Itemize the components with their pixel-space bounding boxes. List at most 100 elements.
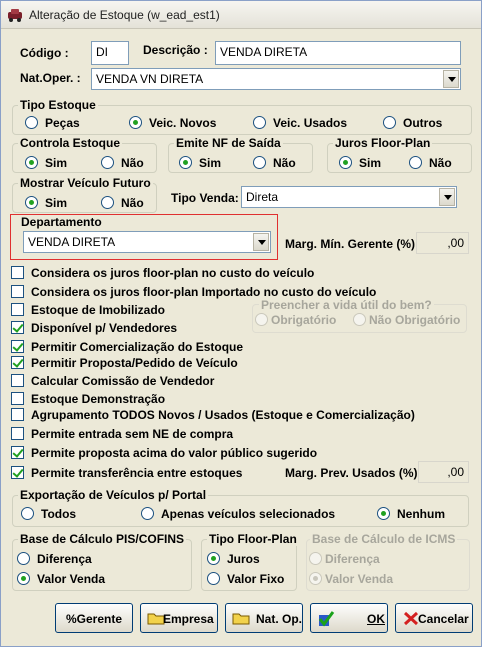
chk-juros-custo-label: Considera os juros floor-plan no custo d… bbox=[31, 266, 315, 280]
export-apenas-label: Apenas veículos selecionados bbox=[161, 507, 336, 521]
tipo-estoque-label: Tipo Estoque bbox=[18, 98, 98, 112]
chk-juros-custo[interactable] bbox=[11, 266, 24, 279]
chk-juros-importado-label: Considera os juros floor-plan Importado … bbox=[31, 285, 377, 299]
chk-juros-importado[interactable] bbox=[11, 285, 24, 298]
codigo-field[interactable]: DI bbox=[91, 41, 129, 65]
icms-diferenca-radio[interactable] bbox=[309, 552, 322, 565]
marg-prev-label: Marg. Prev. Usados (%): bbox=[285, 466, 422, 480]
natoper-select[interactable]: VENDA VN DIRETA bbox=[91, 68, 461, 90]
radio-pecas[interactable] bbox=[25, 116, 38, 129]
ok-button-label: OK bbox=[367, 612, 385, 626]
base-pis-label: Base de Cálculo PIS/COFINS bbox=[18, 532, 187, 546]
dialog-window: Alteração de Estoque (w_ead_est1) Código… bbox=[0, 0, 482, 647]
chk-transferencia[interactable] bbox=[11, 466, 24, 479]
vida-nao-obrigatorio-radio[interactable] bbox=[353, 313, 366, 326]
chk-proposta-pedido-label: Permitir Proposta/Pedido de Veículo bbox=[31, 356, 238, 370]
marg-prev-field[interactable]: ,00 bbox=[418, 461, 469, 483]
car-app-icon bbox=[8, 9, 22, 22]
controla-estoque-label: Controla Estoque bbox=[18, 136, 123, 150]
title-bar: Alteração de Estoque (w_ead_est1) bbox=[1, 1, 481, 29]
juros-sim-radio[interactable] bbox=[339, 156, 352, 169]
floor-fixo-radio[interactable] bbox=[207, 572, 220, 585]
export-nenhum-label: Nenhum bbox=[397, 507, 445, 521]
mostrar-nao-label: Não bbox=[121, 196, 144, 210]
export-nenhum-radio[interactable] bbox=[377, 507, 390, 520]
base-icms-label: Base de Cálculo de ICMS bbox=[310, 532, 458, 546]
mostrar-sim-label: Sim bbox=[45, 196, 68, 210]
juros-nao-label: Não bbox=[429, 156, 452, 170]
radio-veic-novos[interactable] bbox=[129, 116, 142, 129]
tipo-venda-label: Tipo Venda: bbox=[171, 191, 239, 205]
chk-agrupamento[interactable] bbox=[11, 408, 24, 421]
chk-imobilizado[interactable] bbox=[11, 303, 24, 316]
icms-diferenca-label: Diferença bbox=[325, 552, 380, 566]
chevron-down-icon[interactable] bbox=[443, 70, 459, 88]
checkmark-icon bbox=[318, 611, 335, 627]
marg-min-label: Marg. Mín. Gerente (%): bbox=[285, 237, 420, 251]
ok-button[interactable]: OK bbox=[310, 603, 388, 633]
icms-valor-radio[interactable] bbox=[309, 572, 322, 585]
mostrar-sim-radio[interactable] bbox=[25, 196, 38, 209]
pis-diferenca-label: Diferença bbox=[37, 552, 92, 566]
natoper-label: Nat.Oper. : bbox=[20, 71, 81, 85]
window-title: Alteração de Estoque (w_ead_est1) bbox=[29, 8, 220, 22]
exportacao-label: Exportação de Veículos p/ Portal bbox=[18, 488, 209, 502]
pis-valor-label: Valor Venda bbox=[37, 572, 106, 586]
controla-nao-radio[interactable] bbox=[101, 156, 114, 169]
chk-proposta-acima[interactable] bbox=[11, 446, 24, 459]
floor-juros-label: Juros bbox=[227, 552, 260, 566]
vida-obrigatorio-label: Obrigatório bbox=[271, 313, 337, 327]
juros-floor-label: Juros Floor-Plan bbox=[333, 136, 433, 150]
vida-util-label: Preencher a vida útil do bem? bbox=[259, 298, 434, 312]
export-todos-radio[interactable] bbox=[21, 507, 34, 520]
juros-nao-radio[interactable] bbox=[409, 156, 422, 169]
chk-comissao[interactable] bbox=[11, 374, 24, 387]
chevron-down-icon[interactable] bbox=[439, 188, 455, 206]
chk-demonstracao[interactable] bbox=[11, 392, 24, 405]
natop-button-label: Nat. Op. bbox=[256, 612, 303, 626]
departamento-value: VENDA DIRETA bbox=[28, 235, 116, 249]
radio-outros[interactable] bbox=[383, 116, 396, 129]
emite-sim-label: Sim bbox=[199, 156, 222, 170]
export-todos-label: Todos bbox=[41, 507, 77, 521]
floor-juros-radio[interactable] bbox=[207, 552, 220, 565]
emite-sim-radio[interactable] bbox=[179, 156, 192, 169]
natoper-value: VENDA VN DIRETA bbox=[96, 72, 204, 86]
gerente-button-label: %Gerente bbox=[66, 612, 123, 626]
descricao-label: Descrição : bbox=[143, 43, 208, 57]
pis-valor-radio[interactable] bbox=[17, 572, 30, 585]
tipo-venda-value: Direta bbox=[246, 190, 279, 204]
radio-veic-usados[interactable] bbox=[253, 116, 266, 129]
radio-outros-label: Outros bbox=[403, 116, 443, 130]
empresa-button-label: Empresa bbox=[163, 612, 214, 626]
export-apenas-radio[interactable] bbox=[141, 507, 154, 520]
chk-proposta-pedido[interactable] bbox=[11, 356, 24, 369]
pis-diferenca-radio[interactable] bbox=[17, 552, 30, 565]
emite-nao-radio[interactable] bbox=[253, 156, 266, 169]
chevron-down-icon[interactable] bbox=[253, 233, 269, 251]
chk-demonstracao-label: Estoque Demonstração bbox=[31, 392, 166, 406]
folder-icon bbox=[232, 613, 250, 625]
cancelar-button[interactable]: Cancelar bbox=[395, 603, 473, 633]
chk-disponivel-vendedores[interactable] bbox=[11, 321, 24, 334]
gerente-button[interactable]: %Gerente bbox=[55, 603, 133, 633]
departamento-label: Departamento bbox=[21, 215, 102, 229]
tipo-venda-select[interactable]: Direta bbox=[241, 186, 457, 208]
descricao-field[interactable]: VENDA DIRETA bbox=[215, 41, 461, 65]
controla-sim-radio[interactable] bbox=[25, 156, 38, 169]
mostrar-nao-radio[interactable] bbox=[101, 196, 114, 209]
chk-comercializacao[interactable] bbox=[11, 340, 24, 353]
chk-proposta-acima-label: Permite proposta acima do valor público … bbox=[31, 446, 318, 460]
chk-comissao-label: Calcular Comissão de Vendedor bbox=[31, 374, 215, 388]
radio-pecas-label: Peças bbox=[45, 116, 80, 130]
natop-button[interactable]: Nat. Op. bbox=[225, 603, 303, 633]
radio-veic-novos-label: Veic. Novos bbox=[149, 116, 217, 130]
empresa-button[interactable]: Empresa bbox=[140, 603, 218, 633]
chk-entrada-sem-ne-label: Permite entrada sem NE de compra bbox=[31, 427, 234, 441]
tipo-floor-label: Tipo Floor-Plan bbox=[207, 532, 299, 546]
marg-min-field[interactable]: ,00 bbox=[416, 232, 469, 254]
chk-disponivel-vendedores-label: Disponível p/ Vendedores bbox=[31, 321, 178, 335]
vida-obrigatorio-radio[interactable] bbox=[255, 313, 268, 326]
departamento-select[interactable]: VENDA DIRETA bbox=[23, 231, 271, 253]
chk-entrada-sem-ne[interactable] bbox=[11, 427, 24, 440]
